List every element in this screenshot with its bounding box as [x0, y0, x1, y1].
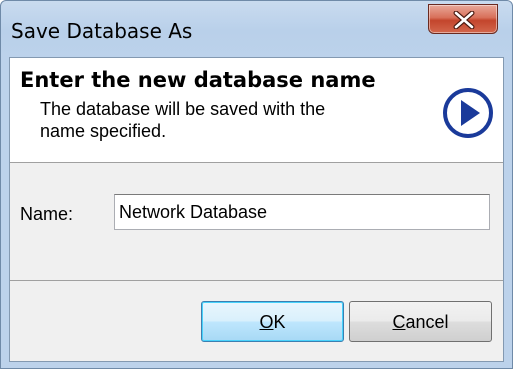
name-row: Name:	[10, 163, 503, 281]
header-description: The database will be saved with the name…	[40, 99, 326, 141]
next-arrow-icon	[443, 88, 493, 138]
ok-label-rest: K	[273, 311, 286, 332]
cancel-mnemonic: C	[392, 311, 406, 332]
save-database-dialog: Save Database As Enter the new database …	[0, 0, 513, 369]
close-button[interactable]	[428, 4, 498, 34]
dialog-header: Enter the new database name The database…	[10, 58, 503, 163]
cancel-label-rest: ancel	[405, 311, 449, 332]
dialog-client-area: Enter the new database name The database…	[9, 57, 504, 362]
name-label: Name:	[20, 204, 74, 224]
ok-mnemonic: O	[259, 311, 274, 332]
name-input[interactable]	[114, 194, 490, 230]
cancel-button[interactable]: Cancel	[349, 301, 492, 342]
close-x-icon	[453, 11, 475, 29]
header-title: Enter the new database name	[20, 68, 376, 92]
ok-button[interactable]: OK	[201, 301, 344, 342]
title-bar[interactable]: Save Database As	[1, 1, 512, 59]
window-title: Save Database As	[11, 19, 193, 43]
